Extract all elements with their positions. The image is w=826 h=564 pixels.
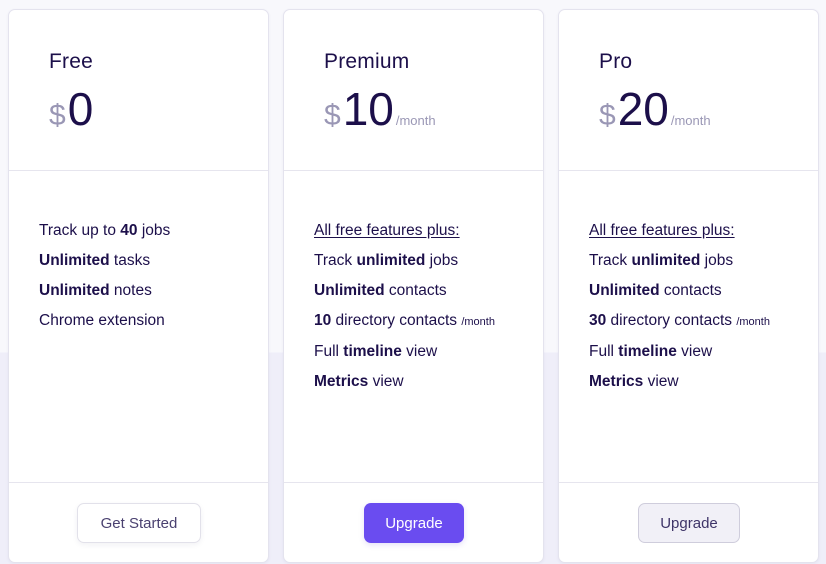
plan-header: Premium $ 10 /month <box>284 10 543 171</box>
feature-item: Unlimited contacts <box>314 282 447 299</box>
currency-symbol: $ <box>599 99 616 132</box>
feature-item: Unlimited contacts <box>589 282 722 299</box>
plan-header: Free $ 0 <box>9 10 268 171</box>
feature-item: Metrics view <box>589 373 679 390</box>
plan-card-free: Free $ 0 Track up to 40 jobs Unlimited ta… <box>8 9 269 563</box>
feature-item: Chrome extension <box>39 312 165 329</box>
price-period: /month <box>670 113 711 128</box>
plan-footer: Upgrade <box>284 482 543 562</box>
plan-footer: Upgrade <box>559 482 818 562</box>
feature-item: Unlimited notes <box>39 282 152 299</box>
currency-symbol: $ <box>324 99 341 132</box>
feature-list: Track up to 40 jobs Unlimited tasks Unlimi… <box>39 216 170 336</box>
feature-item: Full timeline view <box>589 343 713 360</box>
plan-price: $ 20 /month <box>599 86 711 133</box>
feature-item: Full timeline view <box>314 343 438 360</box>
features-heading: All free features plus: <box>589 222 735 239</box>
features-heading: All free features plus: <box>314 222 460 239</box>
plan-card-pro: Pro $ 20 /month All free features plus: T… <box>558 9 819 563</box>
feature-item: Track unlimited jobs <box>314 252 459 269</box>
feature-item: Track unlimited jobs <box>589 252 734 269</box>
plan-footer: Get Started <box>9 482 268 562</box>
upgrade-premium-button[interactable]: Upgrade <box>364 503 464 543</box>
feature-list: All free features plus: Track unlimited j… <box>589 216 770 397</box>
feature-item: Metrics view <box>314 373 404 390</box>
price-period: /month <box>395 113 436 128</box>
feature-list: All free features plus: Track unlimited j… <box>314 216 495 397</box>
plan-header: Pro $ 20 /month <box>559 10 818 171</box>
upgrade-pro-button[interactable]: Upgrade <box>638 503 740 543</box>
plan-name: Pro <box>599 50 633 73</box>
currency-symbol: $ <box>49 99 66 132</box>
price-amount: 20 <box>617 83 669 135</box>
feature-item: 30 directory contacts /month <box>589 312 770 329</box>
plan-price: $ 10 /month <box>324 86 436 133</box>
plan-card-premium: Premium $ 10 /month All free features pl… <box>283 9 544 563</box>
plan-price: $ 0 <box>49 86 93 133</box>
feature-item: 10 directory contacts /month <box>314 312 495 329</box>
plan-name: Premium <box>324 50 410 73</box>
feature-item: Unlimited tasks <box>39 252 151 269</box>
get-started-button[interactable]: Get Started <box>77 503 201 543</box>
feature-item: Track up to 40 jobs <box>39 222 171 239</box>
plan-name: Free <box>49 50 93 73</box>
price-amount: 10 <box>342 83 394 135</box>
price-amount: 0 <box>67 83 94 135</box>
